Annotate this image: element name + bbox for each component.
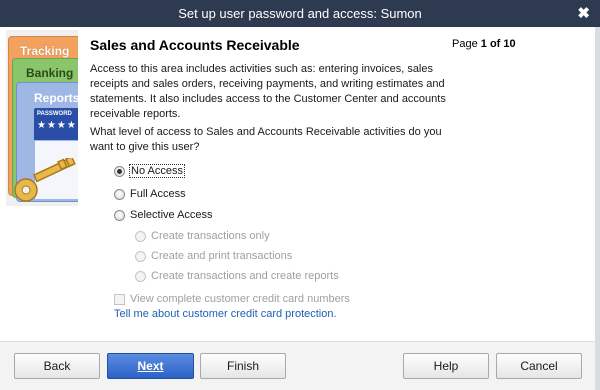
option-create-print: Create and print transactions [135, 250, 292, 262]
create-print-label: Create and print transactions [151, 250, 293, 262]
option-create-only: Create transactions only [135, 230, 270, 242]
section-heading: Sales and Accounts Receivable [90, 37, 300, 53]
close-icon[interactable]: ✖ [577, 4, 590, 22]
page-indicator: Page 1 of 10 [452, 38, 516, 50]
finish-button-label: Finish [226, 359, 259, 373]
credit-card-checkbox-row: View complete customer credit card numbe… [114, 293, 350, 305]
finish-button[interactable]: Finish [200, 353, 286, 379]
full-access-label[interactable]: Full Access [130, 188, 186, 200]
create-reports-label: Create transactions and create reports [151, 270, 339, 282]
footer-bar: Back Next Finish Help Cancel [0, 341, 595, 390]
no-access-label[interactable]: No Access [129, 164, 185, 178]
window-title: Set up user password and access: Sumon [178, 6, 422, 21]
option-create-reports: Create transactions and create reports [135, 270, 339, 282]
help-button-label: Help [433, 359, 459, 373]
back-button[interactable]: Back [14, 353, 100, 379]
next-button[interactable]: Next [107, 353, 194, 379]
cancel-button-label: Cancel [520, 359, 558, 373]
title-bar: Set up user password and access: Sumon ✖ [0, 0, 600, 27]
option-selective-access[interactable]: Selective Access [114, 209, 213, 221]
full-access-radio[interactable] [114, 188, 125, 200]
cancel-button[interactable]: Cancel [496, 353, 582, 379]
credit-card-protection-link[interactable]: Tell me about customer credit card prote… [114, 308, 337, 320]
option-full-access[interactable]: Full Access [114, 188, 186, 200]
create-print-radio [135, 250, 146, 262]
option-no-access[interactable]: No Access [114, 164, 185, 178]
next-button-label: Next [137, 359, 164, 373]
create-only-label: Create transactions only [151, 230, 270, 242]
create-only-radio [135, 230, 146, 242]
key-icon [14, 158, 76, 202]
page-number: 1 of 10 [480, 38, 516, 50]
no-access-radio[interactable] [114, 165, 125, 177]
window-edge [595, 27, 600, 390]
tracking-tab-label: Tracking [20, 44, 70, 58]
page-prefix: Page [452, 38, 478, 50]
illustration: Tracking Banking Reports PASSWORD ★★★★ [6, 30, 78, 206]
password-label: PASSWORD [37, 111, 72, 117]
access-question: What level of access to Sales and Accoun… [90, 126, 442, 153]
reports-tab-label: Reports [34, 91, 78, 105]
credit-card-checkbox-label: View complete customer credit card numbe… [130, 293, 350, 305]
selective-access-label[interactable]: Selective Access [130, 209, 213, 221]
password-mask: ★★★★ [37, 120, 77, 131]
create-reports-radio [135, 270, 146, 282]
selective-access-radio[interactable] [114, 209, 125, 221]
help-button[interactable]: Help [403, 353, 489, 379]
credit-card-checkbox [114, 293, 125, 305]
banking-tab-label: Banking [26, 66, 74, 80]
back-button-label: Back [43, 359, 71, 373]
description: Access to this area includes activities … [90, 63, 446, 120]
